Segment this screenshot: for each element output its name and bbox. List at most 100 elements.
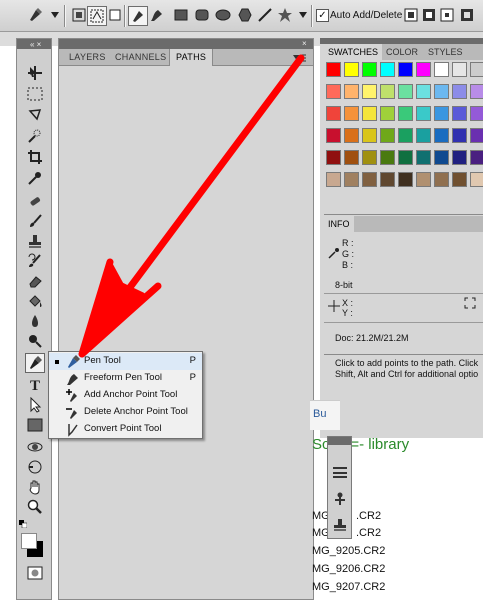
color-swatch[interactable] [344, 62, 359, 77]
eraser-tool-icon[interactable] [25, 271, 45, 291]
color-swatch[interactable] [398, 106, 413, 121]
color-swatch[interactable] [344, 128, 359, 143]
color-swatch[interactable] [470, 150, 483, 165]
color-swatch[interactable] [470, 62, 483, 77]
color-swatch[interactable] [326, 106, 341, 121]
custom-shape-icon[interactable] [276, 6, 294, 24]
color-swatch[interactable] [380, 150, 395, 165]
rectangle-tool-icon[interactable] [25, 415, 45, 435]
tab-paths[interactable]: PATHS [169, 49, 214, 66]
foreground-color-swatch[interactable] [21, 533, 37, 549]
color-swatch[interactable] [470, 172, 483, 187]
color-swatch[interactable] [470, 128, 483, 143]
stamp-icon[interactable] [332, 517, 348, 533]
close-icon[interactable]: × [302, 39, 312, 49]
color-swatch[interactable] [344, 172, 359, 187]
color-swatch[interactable] [398, 172, 413, 187]
color-swatch[interactable] [326, 128, 341, 143]
lasso-tool-icon[interactable] [25, 105, 45, 125]
preset-dropdown-icon[interactable] [46, 6, 64, 24]
color-swatch[interactable] [434, 172, 449, 187]
brush-tool-icon[interactable] [25, 211, 45, 231]
color-swatch[interactable] [326, 84, 341, 99]
paint-bucket-tool-icon[interactable] [25, 291, 45, 311]
dodge-tool-icon[interactable] [25, 331, 45, 351]
zoom-tool-icon[interactable] [25, 497, 45, 517]
shape-layers-icon[interactable] [70, 6, 88, 24]
color-swatch[interactable] [380, 84, 395, 99]
pen-option-icon[interactable] [128, 6, 148, 26]
puppet-icon[interactable] [332, 491, 348, 507]
list-item[interactable]: MG_9207.CR2 [312, 581, 385, 593]
marquee-tool-icon[interactable] [25, 84, 45, 104]
tab-styles[interactable]: STYLES [424, 44, 467, 60]
color-swatch[interactable] [362, 106, 377, 121]
menu-item-convert-point-tool[interactable]: Convert Point Tool [49, 421, 202, 438]
menu-item-add-anchor-point-tool[interactable]: Add Anchor Point Tool [49, 387, 202, 404]
color-swatch[interactable] [362, 172, 377, 187]
pen-preset-icon[interactable] [26, 6, 44, 24]
color-swatch[interactable] [434, 106, 449, 121]
crop-tool-icon[interactable] [25, 147, 45, 167]
color-swatch[interactable] [362, 128, 377, 143]
menu-item-pen-tool[interactable]: Pen Tool P [49, 353, 202, 370]
color-swatch[interactable] [434, 150, 449, 165]
color-swatch[interactable] [416, 150, 431, 165]
shape-dropdown-icon[interactable] [294, 6, 312, 24]
color-swatch[interactable] [398, 150, 413, 165]
tab-channels[interactable]: CHANNELS [109, 49, 172, 66]
paths-panel-header[interactable] [59, 39, 313, 49]
color-swatch[interactable] [398, 128, 413, 143]
tools-panel-header[interactable]: « × [17, 39, 51, 49]
color-swatch[interactable] [326, 172, 341, 187]
3d-rotate-tool-icon[interactable] [25, 437, 45, 457]
color-swatch[interactable] [416, 172, 431, 187]
color-swatch[interactable] [326, 150, 341, 165]
color-swatch[interactable] [452, 106, 467, 121]
color-swatch[interactable] [380, 62, 395, 77]
color-swatch[interactable] [380, 128, 395, 143]
panel-menu-icon[interactable] [291, 53, 307, 63]
color-swatch[interactable] [452, 84, 467, 99]
color-swatch[interactable] [380, 172, 395, 187]
move-tool-icon[interactable] [25, 63, 45, 83]
tab-info[interactable]: INFO [324, 216, 354, 232]
default-colors-icon[interactable] [19, 519, 28, 529]
list-item[interactable]: MG_9205.CR2 [312, 545, 385, 557]
color-swatch[interactable] [362, 62, 377, 77]
rounded-rectangle-icon[interactable] [193, 6, 211, 24]
path-subtract-mode-icon[interactable] [420, 6, 438, 24]
color-swatch[interactable] [344, 84, 359, 99]
line-icon[interactable] [256, 6, 274, 24]
color-swatch[interactable] [470, 84, 483, 99]
color-swatch[interactable] [452, 128, 467, 143]
fill-pixels-icon[interactable] [106, 6, 124, 24]
color-swatch[interactable] [326, 62, 341, 77]
menu-item-delete-anchor-point-tool[interactable]: Delete Anchor Point Tool [49, 404, 202, 421]
ellipse-icon[interactable] [214, 6, 232, 24]
color-swatch[interactable] [416, 106, 431, 121]
path-add-mode-icon[interactable] [402, 6, 420, 24]
clone-stamp-tool-icon[interactable] [25, 231, 45, 251]
quick-mask-icon[interactable] [25, 563, 45, 583]
freeform-pen-option-icon[interactable] [148, 6, 166, 24]
color-swatch[interactable] [398, 84, 413, 99]
path-selection-tool-icon[interactable] [25, 395, 45, 415]
blur-tool-icon[interactable] [25, 311, 45, 331]
menu-item-freeform-pen-tool[interactable]: Freeform Pen Tool P [49, 370, 202, 387]
list-item[interactable]: MG_9206.CR2 [312, 563, 385, 575]
color-swatch[interactable] [416, 62, 431, 77]
tab-swatches[interactable]: SWATCHES [324, 44, 383, 60]
quick-selection-tool-icon[interactable] [25, 126, 45, 146]
color-swatch[interactable] [398, 62, 413, 77]
path-intersect-mode-icon[interactable] [438, 6, 456, 24]
pen-tool-icon[interactable] [25, 353, 45, 373]
color-swatch[interactable] [434, 84, 449, 99]
color-swatch[interactable] [362, 150, 377, 165]
3d-orbit-tool-icon[interactable] [25, 457, 45, 477]
tab-layers[interactable]: LAYERS [63, 49, 112, 66]
eyedropper-tool-icon[interactable] [25, 168, 45, 188]
color-swatch[interactable] [452, 150, 467, 165]
polygon-icon[interactable] [236, 6, 254, 24]
paths-mode-icon[interactable] [87, 6, 107, 26]
